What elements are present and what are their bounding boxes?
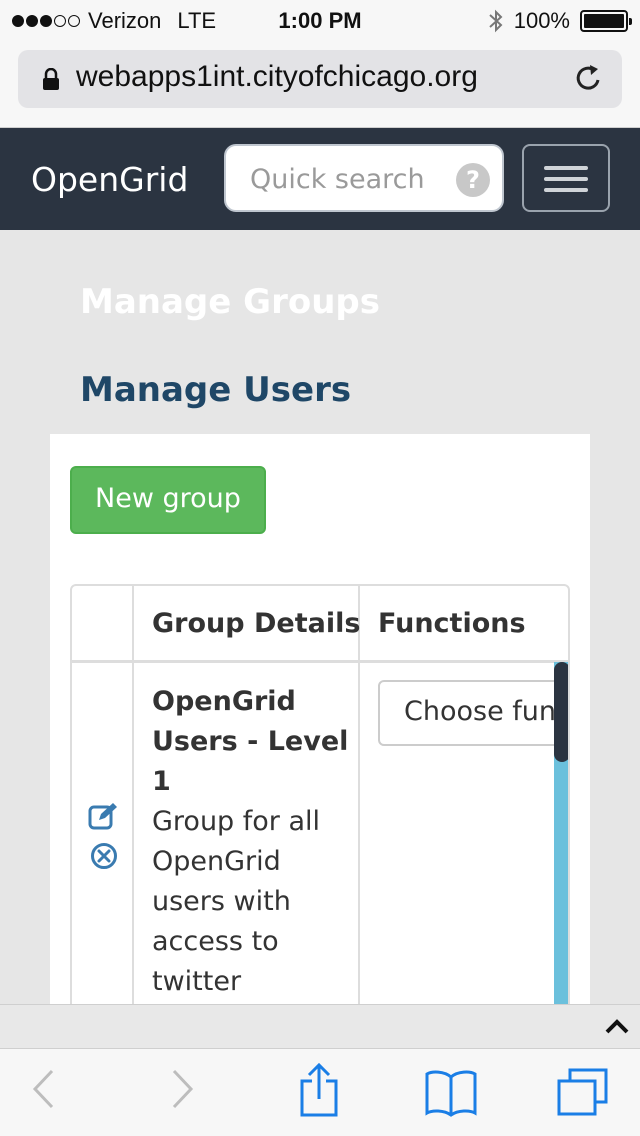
delete-icon[interactable]: [90, 842, 118, 870]
battery-icon: [580, 10, 632, 32]
edit-icon[interactable]: [88, 802, 118, 830]
table-scroll-thumb[interactable]: [554, 662, 568, 762]
quick-search-input[interactable]: Quick search ?: [224, 144, 504, 212]
brand-logo[interactable]: OpenGrid: [31, 160, 188, 199]
app-navbar: OpenGrid Quick search ?: [0, 128, 640, 230]
manage-groups-heading: Manage Groups: [80, 282, 380, 322]
forward-icon[interactable]: [170, 1067, 196, 1111]
group-description: Group for all OpenGrid users with access…: [152, 806, 321, 997]
search-placeholder: Quick search: [250, 164, 425, 195]
group-name: OpenGrid Users - Level 1: [152, 686, 349, 797]
manage-users-heading[interactable]: Manage Users: [80, 370, 351, 410]
lock-icon: [43, 68, 59, 90]
bookmarks-icon[interactable]: [424, 1069, 478, 1117]
battery-percent: 100%: [513, 8, 570, 33]
reload-icon[interactable]: [572, 62, 606, 96]
collapse-bar: [0, 1004, 640, 1048]
new-group-button[interactable]: New group: [70, 466, 266, 534]
groups-table: Group Details Functions OpenGrid Users -…: [70, 584, 570, 1044]
column-header-group-details: Group Details: [152, 608, 361, 639]
status-bar: Verizon LTE 1:00 PM 100%: [0, 0, 640, 40]
url-text: webapps1int.cityofchicago.org: [76, 60, 478, 93]
status-right: 100%: [488, 8, 632, 34]
help-icon[interactable]: ?: [456, 163, 490, 197]
chevron-up-icon[interactable]: [604, 1017, 630, 1035]
functions-select[interactable]: Choose fun: [378, 680, 568, 746]
browser-chrome: webapps1int.cityofchicago.org: [0, 40, 640, 128]
menu-toggle-button[interactable]: [522, 144, 610, 212]
share-icon[interactable]: [298, 1063, 340, 1119]
browser-toolbar: [0, 1048, 640, 1136]
back-icon[interactable]: [30, 1067, 56, 1111]
tabs-icon[interactable]: [556, 1067, 610, 1117]
address-bar[interactable]: webapps1int.cityofchicago.org: [18, 50, 622, 108]
groups-panel: New group Group Details Functions OpenGr…: [50, 434, 590, 1044]
column-header-functions: Functions: [378, 608, 526, 639]
bluetooth-icon: [489, 9, 503, 33]
